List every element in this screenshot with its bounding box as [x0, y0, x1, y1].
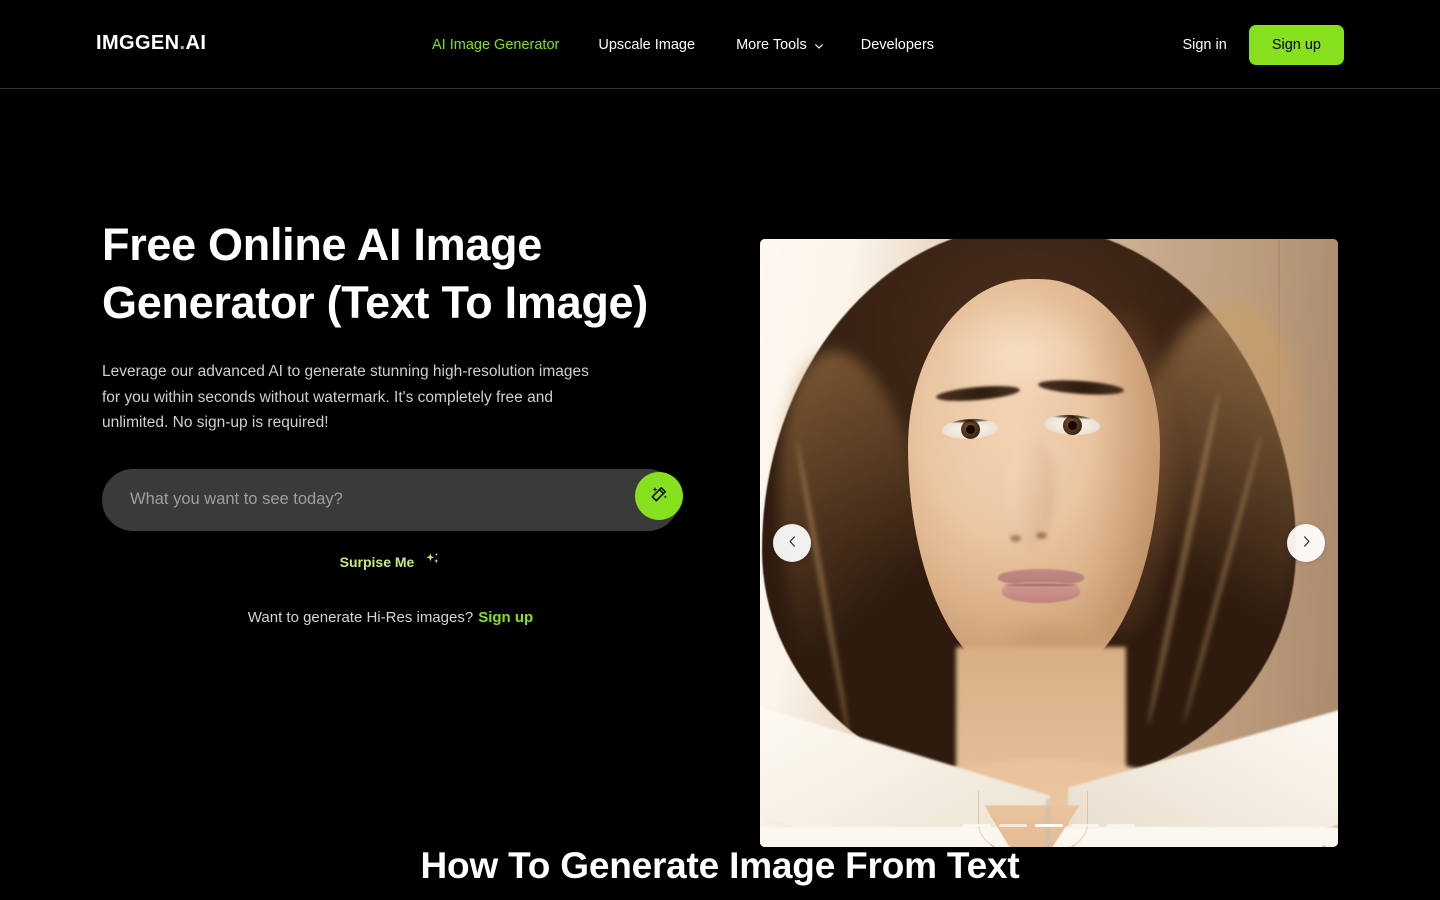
logo-text: IMGGEN — [96, 32, 180, 54]
nav-item-upscale-image[interactable]: Upscale Image — [598, 37, 695, 53]
carousel-dot[interactable] — [963, 824, 991, 827]
image-pupil — [965, 424, 976, 435]
image-iris — [960, 419, 981, 440]
hero-subtext: Leverage our advanced AI to generate stu… — [102, 363, 589, 431]
carousel-pagination — [760, 824, 1338, 827]
headline-line-1: Free Online AI Image — [102, 219, 542, 270]
generate-button[interactable] — [635, 471, 683, 520]
image-pupil — [1067, 420, 1078, 431]
logo-suffix: AI — [185, 32, 207, 54]
image-necklace — [978, 791, 1088, 847]
carousel-image — [760, 239, 1338, 847]
carousel-next-button[interactable] — [1287, 524, 1325, 562]
hires-sign-up-link[interactable]: Sign up — [478, 609, 533, 626]
sign-in-link[interactable]: Sign in — [1182, 37, 1226, 53]
image-nostril — [1036, 532, 1047, 539]
nav-item-more-tools[interactable]: More Tools — [736, 37, 824, 53]
sparkles-icon — [424, 551, 441, 573]
nav-item-more-tools-label: More Tools — [736, 36, 807, 53]
hero-carousel — [760, 239, 1338, 847]
how-to-section-heading: How To Generate Image From Text — [420, 845, 1020, 886]
nav-item-developers[interactable]: Developers — [861, 37, 934, 53]
carousel-dot[interactable] — [1071, 824, 1099, 827]
nav-item-ai-image-generator[interactable]: AI Image Generator — [432, 37, 559, 53]
hero-section: Free Online AI Image Generator (Text To … — [0, 89, 1440, 847]
carousel-prev-button[interactable] — [773, 524, 811, 562]
prompt-field-wrapper — [102, 468, 683, 531]
chevron-left-icon — [786, 535, 799, 551]
image-iris — [1062, 415, 1083, 436]
carousel-dot-active[interactable] — [1035, 824, 1063, 827]
surprise-me-button[interactable]: Surpise Me — [102, 551, 679, 573]
site-header: IMGGEN. AI AI Image Generator Upscale Ima… — [0, 0, 1440, 89]
image-nose — [1008, 437, 1054, 547]
image-lips — [998, 569, 1084, 605]
prompt-input[interactable] — [102, 468, 679, 531]
hires-text: Want to generate Hi-Res images? — [247, 608, 474, 626]
carousel-dot[interactable] — [999, 824, 1027, 827]
chevron-down-icon — [814, 39, 824, 49]
sign-up-button[interactable]: Sign up — [1248, 24, 1344, 65]
surprise-me-label: Surpise Me — [339, 553, 415, 570]
page-title: Free Online AI Image Generator (Text To … — [102, 216, 702, 332]
hero-copy: Free Online AI Image Generator (Text To … — [102, 216, 702, 626]
image-nostril — [1010, 535, 1021, 542]
chevron-right-icon — [1300, 535, 1313, 551]
logo[interactable]: IMGGEN. AI — [96, 32, 206, 55]
auth-actions: Sign in Sign up — [1182, 0, 1344, 89]
carousel-dot[interactable] — [1107, 824, 1135, 827]
image-lip-line — [1004, 584, 1078, 586]
magic-wand-icon — [648, 483, 670, 508]
hires-prompt: Want to generate Hi-Res images? Sign up — [102, 609, 679, 626]
primary-nav: AI Image Generator Upscale Image More To… — [432, 0, 934, 89]
headline-line-2: Generator (Text To Image) — [102, 277, 648, 328]
